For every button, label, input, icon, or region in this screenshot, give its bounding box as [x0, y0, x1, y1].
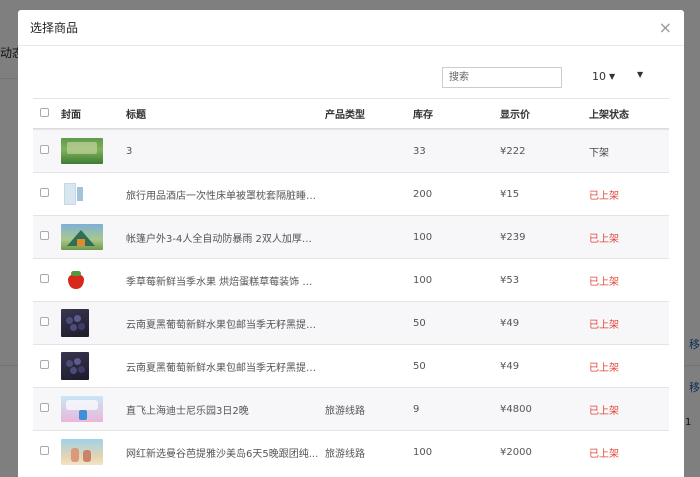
page-size-select[interactable]: 10 ▼ — [592, 70, 615, 83]
chevron-down-icon: ▼ — [609, 72, 616, 81]
product-price: ¥49 — [500, 317, 520, 329]
product-title: 旅行用品酒店一次性床单被罩枕套隔脏睡袋... — [126, 190, 325, 202]
row-checkbox[interactable] — [40, 231, 49, 240]
header-cover: 封面 — [61, 110, 81, 121]
product-price: ¥53 — [500, 274, 520, 286]
product-status: 已上架 — [589, 362, 619, 374]
product-stock: 33 — [413, 145, 426, 157]
product-price: ¥4800 — [500, 403, 532, 415]
header-type: 产品类型 — [325, 110, 365, 121]
table-row[interactable]: 帐篷户外3-4人全自动防暴雨 2双人加厚防... 100 ¥239 已上架 — [33, 215, 669, 258]
product-status: 已上架 — [589, 276, 619, 288]
product-title: 直飞上海迪士尼乐园3日2晚 — [126, 405, 249, 417]
table-header-row: 封面 标题 产品类型 库存 显示价 上架状态 — [33, 98, 669, 129]
product-status: 已上架 — [589, 448, 619, 460]
row-checkbox[interactable] — [40, 317, 49, 326]
table-row[interactable]: 3 33 ¥222 下架 — [33, 129, 669, 172]
header-stock[interactable]: 库存 — [413, 106, 500, 121]
row-checkbox[interactable] — [40, 274, 49, 283]
product-cover-image — [61, 138, 103, 164]
product-stock: 50 — [413, 317, 426, 329]
product-status: 已上架 — [589, 405, 619, 417]
product-cover-image — [61, 396, 103, 422]
product-status: 已上架 — [589, 233, 619, 245]
chevron-down-icon[interactable]: ▼ — [637, 70, 643, 79]
table-row[interactable]: 季草莓新鲜当季水果 烘焙蛋糕草莓装饰 批... 100 ¥53 已上架 — [33, 258, 669, 301]
product-stock: 9 — [413, 403, 420, 415]
product-cover-image — [61, 352, 89, 380]
product-cover-image — [61, 309, 89, 337]
table-row[interactable]: 云南夏黑葡萄新鲜水果包邮当季无籽黑提整... 50 ¥49 已上架 — [33, 301, 669, 344]
table-row[interactable]: 云南夏黑葡萄新鲜水果包邮当季无籽黑提整... 50 ¥49 已上架 — [33, 344, 669, 387]
product-status: 已上架 — [589, 190, 619, 202]
product-type: 旅游线路 — [325, 448, 365, 460]
header-title: 标题 — [126, 110, 146, 121]
product-cover-image — [61, 266, 89, 294]
table-row[interactable]: 旅行用品酒店一次性床单被罩枕套隔脏睡袋... 200 ¥15 已上架 — [33, 172, 669, 215]
product-status: 已上架 — [589, 319, 619, 331]
product-cover-image — [61, 181, 103, 207]
product-title: 云南夏黑葡萄新鲜水果包邮当季无籽黑提整... — [126, 362, 325, 374]
product-title: 云南夏黑葡萄新鲜水果包邮当季无籽黑提整... — [126, 319, 325, 331]
table-row[interactable]: 网红新选曼谷芭提雅沙美岛6天5晚跟团纯... 旅游线路 100 ¥2000 已上… — [33, 430, 669, 473]
product-price: ¥239 — [500, 231, 526, 243]
table-row[interactable]: 直飞上海迪士尼乐园3日2晚 旅游线路 9 ¥4800 已上架 — [33, 387, 669, 430]
close-icon[interactable]: × — [659, 19, 672, 36]
row-checkbox[interactable] — [40, 403, 49, 412]
row-checkbox[interactable] — [40, 360, 49, 369]
product-title: 季草莓新鲜当季水果 烘焙蛋糕草莓装饰 批... — [126, 276, 322, 288]
modal-title: 选择商品 — [30, 21, 79, 35]
product-title: 网红新选曼谷芭提雅沙美岛6天5晚跟团纯... — [126, 448, 319, 460]
table-toolbar: 10 ▼ ▼ — [18, 67, 684, 89]
product-type: 旅游线路 — [325, 405, 365, 417]
product-cover-image — [61, 224, 103, 250]
product-cover-image — [61, 439, 103, 465]
header-status: 上架状态 — [589, 110, 629, 121]
select-all-checkbox[interactable] — [40, 107, 49, 117]
product-status: 下架 — [589, 147, 609, 159]
product-stock: 100 — [413, 231, 433, 243]
row-checkbox[interactable] — [40, 145, 49, 154]
product-title: 帐篷户外3-4人全自动防暴雨 2双人加厚防... — [126, 233, 322, 245]
page-size-value: 10 — [592, 70, 606, 83]
product-title: 3 — [126, 145, 133, 157]
product-stock: 100 — [413, 446, 433, 458]
table-body: 3 33 ¥222 下架 旅行用品酒店一次性床单被罩枕套隔脏睡袋... 200 … — [33, 129, 669, 473]
product-table: 封面 标题 产品类型 库存 显示价 上架状态 3 33 ¥222 下架 旅行用品… — [33, 98, 669, 473]
row-checkbox[interactable] — [40, 446, 49, 455]
search-input[interactable] — [442, 67, 562, 88]
product-price: ¥49 — [500, 360, 520, 372]
product-stock: 100 — [413, 274, 433, 286]
product-stock: 50 — [413, 360, 426, 372]
product-price: ¥15 — [500, 188, 520, 200]
row-checkbox[interactable] — [40, 188, 49, 197]
modal-header: 选择商品 × — [18, 10, 684, 46]
product-stock: 200 — [413, 188, 433, 200]
select-product-modal: 选择商品 × 10 ▼ ▼ 封面 标题 产品类型 库存 显示价 上架状态 3 3… — [18, 10, 684, 477]
product-price: ¥2000 — [500, 446, 532, 458]
header-price[interactable]: 显示价 — [500, 106, 589, 121]
product-price: ¥222 — [500, 145, 526, 157]
